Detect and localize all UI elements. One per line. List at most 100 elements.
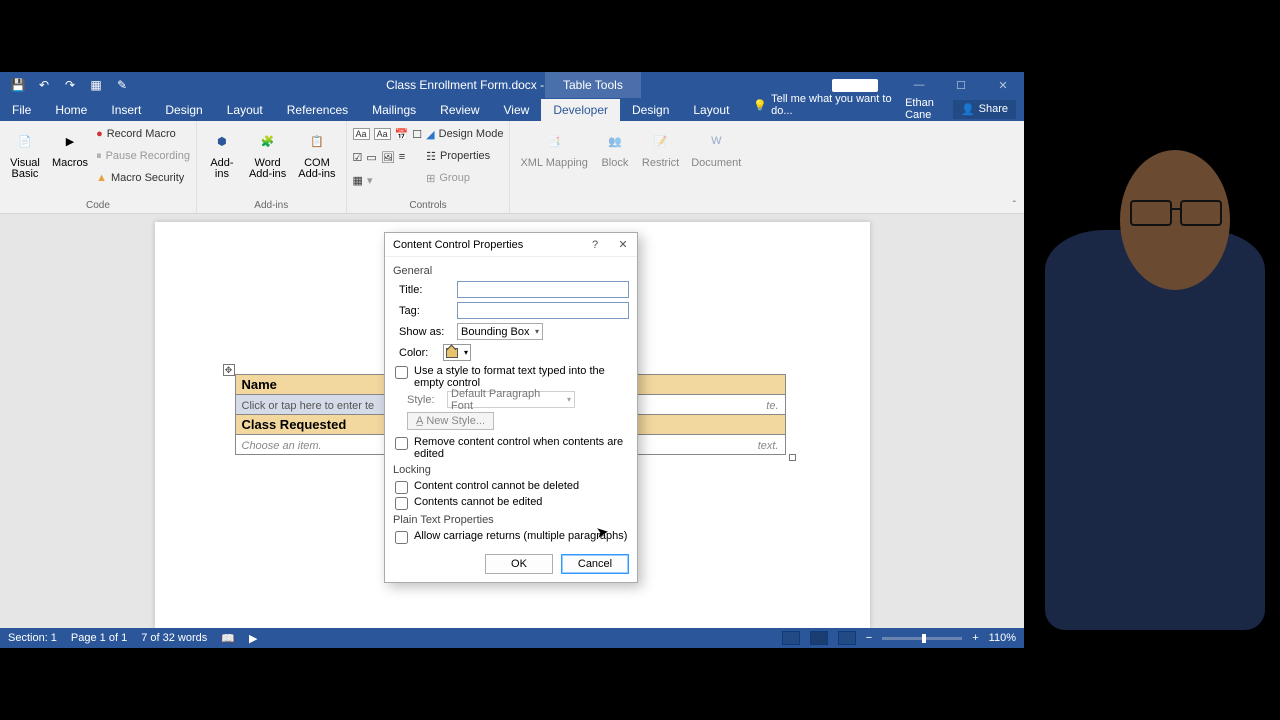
visual-basic-button[interactable]: 📄Visual Basic: [6, 124, 44, 182]
tab-table-layout[interactable]: Layout: [681, 99, 741, 121]
tab-table-design[interactable]: Design: [620, 99, 681, 121]
collapse-ribbon-icon[interactable]: ˆ: [1013, 200, 1016, 211]
tab-review[interactable]: Review: [428, 99, 491, 121]
ok-button[interactable]: OK: [485, 554, 553, 574]
qat-icon[interactable]: ✎: [114, 77, 130, 93]
macro-icon[interactable]: ▶: [249, 632, 257, 645]
pause-recording-button[interactable]: ⏸Pause Recording: [96, 146, 190, 166]
section-plaintext: Plain Text Properties: [393, 514, 629, 526]
template-icon: W: [701, 126, 731, 156]
ribbon-group-code: 📄Visual Basic ▶Macros ●Record Macro ⏸Pau…: [0, 121, 197, 213]
table-move-handle-icon[interactable]: ✥: [223, 364, 235, 376]
cannot-delete-checkbox[interactable]: Content control cannot be deleted: [393, 480, 629, 494]
tab-design[interactable]: Design: [153, 99, 214, 121]
tag-input[interactable]: [457, 302, 629, 319]
presenter-overlay: [1030, 140, 1280, 650]
zoom-level[interactable]: 110%: [989, 632, 1016, 644]
showas-label: Show as:: [399, 326, 451, 338]
window-controls: — ☐ ✕: [898, 72, 1024, 98]
read-mode-icon[interactable]: [782, 631, 800, 645]
com-addins-button[interactable]: 📋COM Add-ins: [294, 124, 339, 182]
group-button[interactable]: ⊞Group: [426, 168, 503, 188]
share-button[interactable]: 👤 Share: [953, 100, 1016, 119]
tellme-placeholder: Tell me what you want to do...: [771, 93, 893, 117]
cannot-edit-checkbox[interactable]: Contents cannot be edited: [393, 496, 629, 510]
use-style-checkbox[interactable]: Use a style to format text typed into th…: [393, 365, 629, 389]
pause-icon: ⏸: [96, 150, 102, 163]
remove-control-checkbox[interactable]: Remove content control when contents are…: [393, 436, 629, 460]
showas-combobox[interactable]: Bounding Box▾: [457, 323, 543, 340]
carriage-returns-checkbox[interactable]: Allow carriage returns (multiple paragra…: [393, 530, 629, 544]
store-icon: 🧩: [253, 126, 283, 156]
style-combobox: Default Paragraph Font▾: [447, 391, 575, 408]
lock-icon: 📝: [646, 126, 676, 156]
section-locking: Locking: [393, 464, 629, 476]
undo-icon[interactable]: ↶: [36, 77, 52, 93]
tab-view[interactable]: View: [492, 99, 542, 121]
table-tools-context: Table Tools: [545, 72, 641, 98]
status-section[interactable]: Section: 1: [8, 632, 57, 644]
block-authors-button[interactable]: 👥Block: [596, 124, 634, 171]
tab-layout[interactable]: Layout: [215, 99, 275, 121]
zoom-out-icon[interactable]: −: [866, 632, 872, 644]
zoom-slider[interactable]: [882, 637, 962, 640]
chevron-down-icon: ▾: [535, 327, 539, 336]
tab-file[interactable]: File: [0, 99, 43, 121]
restrict-editing-button[interactable]: 📝Restrict: [638, 124, 683, 171]
document-template-button[interactable]: WDocument: [687, 124, 745, 171]
vb-icon: 📄: [10, 126, 40, 156]
design-mode-button[interactable]: ◢Design Mode: [426, 124, 503, 144]
block-icon: 👥: [600, 126, 630, 156]
shield-icon: ▲: [96, 172, 107, 184]
dialog-close-icon[interactable]: ✕: [609, 238, 637, 251]
share-icon: 👤: [961, 103, 975, 116]
maximize-icon[interactable]: ☐: [940, 72, 982, 98]
tellme-search[interactable]: 💡 Tell me what you want to do...: [741, 89, 905, 121]
tab-references[interactable]: References: [275, 99, 360, 121]
web-layout-icon[interactable]: [838, 631, 856, 645]
content-control-properties-dialog: Content Control Properties ? ✕ General T…: [384, 232, 638, 583]
title-input[interactable]: [457, 281, 629, 298]
tag-label: Tag:: [399, 305, 451, 317]
ribbon-group-mapping: 📑XML Mapping 👥Block 📝Restrict WDocument: [510, 121, 751, 213]
status-page[interactable]: Page 1 of 1: [71, 632, 127, 644]
ribbon-tabs: File Home Insert Design Layout Reference…: [0, 98, 1024, 121]
table-resize-handle-icon[interactable]: [789, 454, 796, 461]
record-macro-button[interactable]: ●Record Macro: [96, 124, 190, 144]
xml-icon: 📑: [539, 126, 569, 156]
dialog-titlebar[interactable]: Content Control Properties ? ✕: [385, 233, 637, 257]
print-layout-icon[interactable]: [810, 631, 828, 645]
com-icon: 📋: [302, 126, 332, 156]
style-label: Style:: [407, 394, 441, 406]
ribbon: 📄Visual Basic ▶Macros ●Record Macro ⏸Pau…: [0, 121, 1024, 214]
redo-icon[interactable]: ↷: [62, 77, 78, 93]
word-window: 💾 ↶ ↷ ▦ ✎ Class Enrollment Form.docx - W…: [0, 72, 1024, 648]
color-picker[interactable]: ▾: [443, 344, 471, 361]
tab-insert[interactable]: Insert: [99, 99, 153, 121]
spellcheck-icon[interactable]: 📖: [221, 632, 235, 645]
close-icon[interactable]: ✕: [982, 72, 1024, 98]
macros-button[interactable]: ▶Macros: [48, 124, 92, 171]
status-words[interactable]: 7 of 32 words: [141, 632, 207, 644]
word-addins-button[interactable]: 🧩Word Add-ins: [245, 124, 290, 182]
zoom-in-icon[interactable]: +: [972, 632, 978, 644]
quick-access-toolbar: 💾 ↶ ↷ ▦ ✎: [0, 77, 130, 93]
ribbon-group-controls: AaAa📅☐ ☑▭🖼≡ ▦▾ ◢Design Mode ☷Properties …: [347, 121, 511, 213]
tab-mailings[interactable]: Mailings: [360, 99, 428, 121]
cancel-button[interactable]: Cancel: [561, 554, 629, 574]
record-icon: ●: [96, 128, 103, 140]
qat-icon[interactable]: ▦: [88, 77, 104, 93]
title-label: Title:: [399, 284, 451, 296]
xml-mapping-button[interactable]: 📑XML Mapping: [516, 124, 591, 171]
properties-button[interactable]: ☷Properties: [426, 146, 503, 166]
lightbulb-icon: 💡: [753, 99, 767, 112]
help-icon[interactable]: ?: [581, 239, 609, 251]
statusbar: Section: 1 Page 1 of 1 7 of 32 words 📖 ▶…: [0, 628, 1024, 648]
user-name[interactable]: Ethan Cane: [905, 97, 945, 121]
tab-developer[interactable]: Developer: [541, 99, 620, 121]
tab-home[interactable]: Home: [43, 99, 99, 121]
save-icon[interactable]: 💾: [10, 77, 26, 93]
macro-security-button[interactable]: ▲Macro Security: [96, 168, 190, 188]
dialog-title: Content Control Properties: [393, 239, 523, 251]
addins-button[interactable]: ⬢Add- ins: [203, 124, 241, 182]
